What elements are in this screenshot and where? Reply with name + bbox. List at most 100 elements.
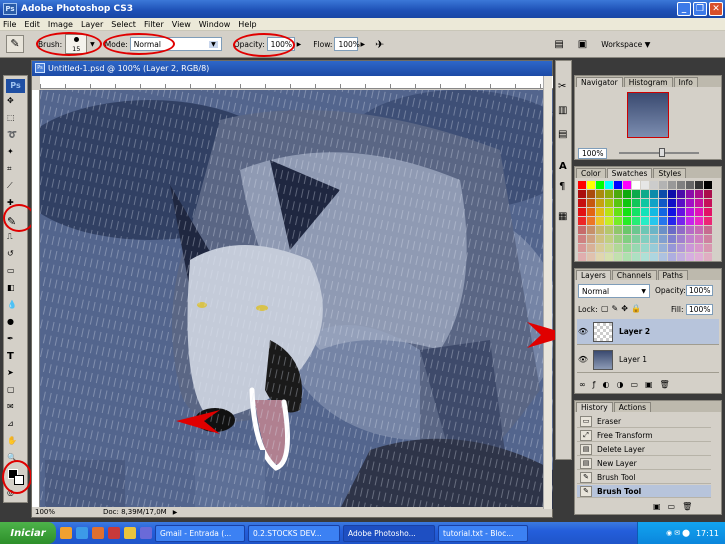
swatch[interactable] [695, 199, 703, 207]
swatch[interactable] [587, 226, 595, 234]
lasso-tool-icon[interactable]: ➰ [7, 130, 25, 145]
swatch[interactable] [677, 217, 685, 225]
gradient-tool-icon[interactable]: ◧ [7, 283, 25, 298]
swatch[interactable] [578, 181, 586, 189]
eraser-tool-icon[interactable]: ▭ [7, 266, 25, 281]
swatch[interactable] [641, 190, 649, 198]
swatch[interactable] [659, 190, 667, 198]
swatch[interactable] [596, 226, 604, 234]
history-item[interactable]: ▤ Delete Layer [577, 443, 711, 456]
swatch[interactable] [605, 208, 613, 216]
swatch[interactable] [614, 181, 622, 189]
history-item[interactable]: ⤢ Free Transform [577, 429, 711, 442]
swatch[interactable] [704, 190, 712, 198]
swatch[interactable] [695, 190, 703, 198]
flow-input[interactable]: 100% [334, 37, 360, 51]
swatch[interactable] [623, 244, 631, 252]
layer-actions-bar[interactable]: ∞ƒ◐◑▭▣🗑 [579, 380, 677, 389]
swatch[interactable] [704, 181, 712, 189]
notes-tool-icon[interactable]: ✉ [7, 402, 25, 417]
character-dock-icon[interactable]: A [559, 161, 567, 172]
layer-comps-dock-icon[interactable]: ▦ [558, 211, 567, 222]
swatch[interactable] [704, 226, 712, 234]
brush-tool-preset-icon[interactable]: ✎ [6, 35, 24, 53]
history-item[interactable]: ▤ New Layer [577, 457, 711, 470]
swatch[interactable] [650, 208, 658, 216]
swatch[interactable] [641, 199, 649, 207]
swatch[interactable] [614, 235, 622, 243]
swatch[interactable] [623, 217, 631, 225]
swatch[interactable] [704, 244, 712, 252]
layer-blend-mode-select[interactable]: Normal ▼ [578, 284, 650, 298]
swatch[interactable] [659, 226, 667, 234]
swatch[interactable] [677, 181, 685, 189]
swatch[interactable] [650, 235, 658, 243]
swatch[interactable] [686, 199, 694, 207]
tab-layers[interactable]: Layers [576, 270, 611, 280]
swatch[interactable] [650, 226, 658, 234]
swatch[interactable] [659, 208, 667, 216]
swatch[interactable] [695, 208, 703, 216]
status-menu-arrow-icon[interactable]: ▶ [173, 509, 178, 516]
swatch[interactable] [578, 217, 586, 225]
marquee-tool-icon[interactable]: ⬚ [7, 113, 25, 128]
swatch[interactable] [605, 244, 613, 252]
swatch[interactable] [704, 253, 712, 261]
swatch[interactable] [623, 235, 631, 243]
tab-info[interactable]: Info [673, 77, 698, 87]
menu-edit[interactable]: Edit [24, 20, 40, 29]
swatch[interactable] [623, 208, 631, 216]
swatch[interactable] [641, 217, 649, 225]
swatch[interactable] [659, 181, 667, 189]
swatch[interactable] [650, 217, 658, 225]
swatch[interactable] [641, 244, 649, 252]
swatch[interactable] [614, 190, 622, 198]
airbrush-icon[interactable]: ✈ [375, 38, 384, 51]
swatch[interactable] [632, 199, 640, 207]
swatch[interactable] [632, 208, 640, 216]
menu-select[interactable]: Select [111, 20, 136, 29]
type-tool-icon[interactable]: T [7, 351, 25, 366]
pen-tool-icon[interactable]: ✒ [7, 334, 25, 349]
magic-wand-tool-icon[interactable]: ✦ [7, 147, 25, 162]
swatch[interactable] [659, 235, 667, 243]
swatch[interactable] [614, 208, 622, 216]
navigator-zoom[interactable]: 100% [578, 148, 608, 159]
swatch[interactable] [632, 226, 640, 234]
swatch[interactable] [605, 226, 613, 234]
swatch[interactable] [677, 190, 685, 198]
restore-button[interactable]: ❐ [693, 2, 707, 16]
swatch[interactable] [605, 217, 613, 225]
swatch[interactable] [587, 244, 595, 252]
minimize-button[interactable]: _ [677, 2, 691, 16]
swatch[interactable] [695, 253, 703, 261]
quicklaunch-firefox-icon[interactable] [60, 527, 72, 539]
flow-slider-icon[interactable]: ▶ [360, 41, 365, 48]
swatch[interactable] [578, 208, 586, 216]
task-folder[interactable]: 0.2.STOCKS DEV... [248, 524, 340, 542]
swatch[interactable] [650, 244, 658, 252]
swatch[interactable] [686, 235, 694, 243]
swatch[interactable] [587, 181, 595, 189]
swatch[interactable] [704, 208, 712, 216]
swatch[interactable] [614, 253, 622, 261]
quicklaunch-ie-icon[interactable] [76, 527, 88, 539]
swatch[interactable] [596, 208, 604, 216]
dodge-tool-icon[interactable]: ● [7, 317, 25, 332]
vertical-scrollbar[interactable] [543, 76, 552, 509]
swatch[interactable] [668, 244, 676, 252]
visibility-eye-icon[interactable]: 👁 [577, 327, 589, 336]
swatch[interactable] [623, 199, 631, 207]
blur-tool-icon[interactable]: 💧 [7, 300, 25, 315]
opacity-slider-icon[interactable]: ▶ [297, 41, 302, 48]
tab-history[interactable]: History [576, 402, 613, 412]
swatch[interactable] [677, 253, 685, 261]
swatch[interactable] [686, 226, 694, 234]
paragraph-dock-icon[interactable]: ¶ [559, 181, 565, 192]
visibility-eye-icon[interactable]: 👁 [577, 355, 589, 364]
swatch[interactable] [677, 244, 685, 252]
swatch[interactable] [704, 235, 712, 243]
swatch[interactable] [668, 217, 676, 225]
task-gmail[interactable]: Gmail - Entrada (... [155, 524, 245, 542]
swatch[interactable] [587, 190, 595, 198]
